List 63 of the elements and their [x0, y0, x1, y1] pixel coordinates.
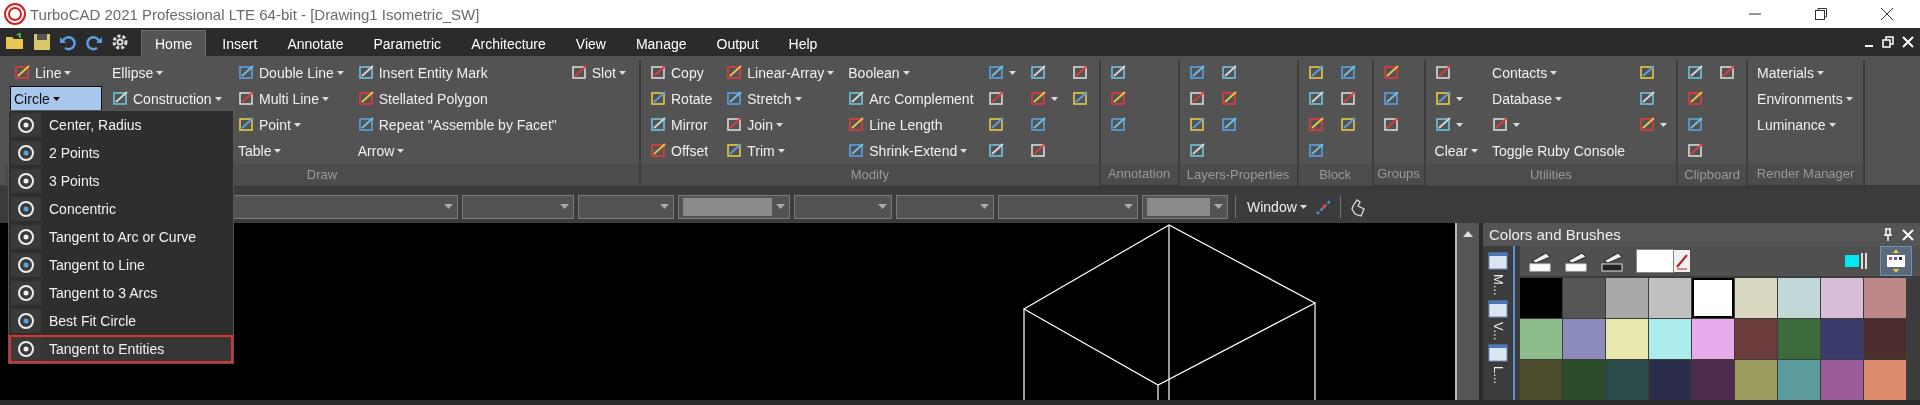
group-label: Block [1298, 164, 1372, 186]
ribbon-tab[interactable]: Annotate [273, 30, 358, 56]
ribbon-button[interactable]: Repeat "Assemble by Facet" [353, 112, 561, 138]
ribbon-tab[interactable]: Architecture [457, 30, 560, 56]
ribbon-button[interactable]: Stellated Polygon [353, 86, 561, 112]
ribbon-button[interactable]: Arc Complement [844, 86, 978, 112]
ribbon-button[interactable]: Shrink-Extend [844, 138, 978, 164]
ribbon-button[interactable]: Trim [722, 138, 839, 164]
ribbon-button[interactable]: Ellipse [108, 60, 228, 86]
side-tab[interactable]: V... [1490, 321, 1506, 340]
ribbon-button[interactable]: Toggle Ruby Console [1488, 138, 1630, 164]
ribbon-tab[interactable]: Insert [208, 30, 272, 56]
ribbon-tab[interactable]: View [561, 30, 620, 56]
ribbon-button[interactable]: Arrow [353, 138, 561, 164]
ribbon-button[interactable]: Rotate [646, 86, 717, 112]
ribbon-button[interactable]: Copy [646, 60, 717, 86]
ribbon-button[interactable]: Environments [1753, 86, 1857, 112]
window-button[interactable]: Window [1243, 198, 1311, 215]
menu-item[interactable]: Tangent to 3 Arcs [9, 279, 233, 307]
ribbon-button[interactable]: Database [1488, 86, 1630, 112]
ribbon-button[interactable]: Slot [566, 60, 630, 86]
ribbon-button[interactable]: Contacts [1488, 60, 1630, 86]
side-tab[interactable]: M... [1490, 274, 1506, 296]
ribbon-button[interactable]: Mirror [646, 112, 717, 138]
ribbon-button[interactable]: Circle [10, 86, 102, 112]
ribbon-button[interactable]: Construction [108, 86, 228, 112]
ribbon-button[interactable]: Insert Entity Mark [353, 60, 561, 86]
window-title: TurboCAD 2021 Professional LTE 64-bit - [Drawing1 Isometric_SW] [30, 5, 480, 23]
group-label: Render Manager [1748, 163, 1864, 185]
menu-item[interactable]: Tangent to Line [9, 251, 233, 279]
menu-item[interactable]: Center, Radius [9, 111, 233, 139]
group-label: Utilities [1425, 164, 1677, 186]
group-label: Modify [641, 164, 1099, 186]
ribbon-button[interactable]: Point [234, 112, 348, 138]
panel-title: Colors and Brushes [1489, 226, 1621, 243]
ribbon-tab[interactable]: Manage [621, 30, 701, 56]
menu-item[interactable]: Best Fit Circle [9, 307, 233, 335]
ribbon-button[interactable]: Double Line [234, 60, 348, 86]
ribbon-button[interactable]: Join [722, 112, 839, 138]
menu-item[interactable]: Tangent to Arc or Curve [9, 223, 233, 251]
group-label: Groups [1373, 163, 1424, 185]
ribbon-tab[interactable]: Parametric [359, 30, 456, 56]
ribbon-button[interactable]: Linear-Array [722, 60, 839, 86]
menu-item[interactable]: Concentric [9, 195, 233, 223]
group-label: Layers-Properties [1179, 164, 1297, 186]
ribbon-tab[interactable]: Output [702, 30, 773, 56]
side-tab[interactable]: L... [1490, 366, 1506, 385]
ribbon-button[interactable]: Stretch [722, 86, 839, 112]
group-label: Annotation [1100, 163, 1178, 185]
ribbon-button[interactable]: Multi Line [234, 86, 348, 112]
ribbon-button[interactable]: Clear [1430, 138, 1482, 164]
ribbon-button[interactable]: Materials [1753, 60, 1857, 86]
menu-item[interactable]: Tangent to Entities [9, 335, 233, 363]
ribbon-button[interactable]: Line Length [844, 112, 978, 138]
ribbon-button[interactable]: Luminance [1753, 112, 1857, 138]
ribbon-tab[interactable]: Home [141, 30, 207, 56]
ribbon-button[interactable]: Boolean [844, 60, 978, 86]
ribbon-button[interactable]: Offset [646, 138, 717, 164]
menu-item[interactable]: 2 Points [9, 139, 233, 167]
ribbon-tab[interactable]: Help [774, 30, 832, 56]
ribbon-button[interactable]: Table [234, 138, 348, 164]
group-label: Clipboard [1678, 164, 1747, 186]
ribbon-button[interactable]: Line [10, 60, 102, 86]
